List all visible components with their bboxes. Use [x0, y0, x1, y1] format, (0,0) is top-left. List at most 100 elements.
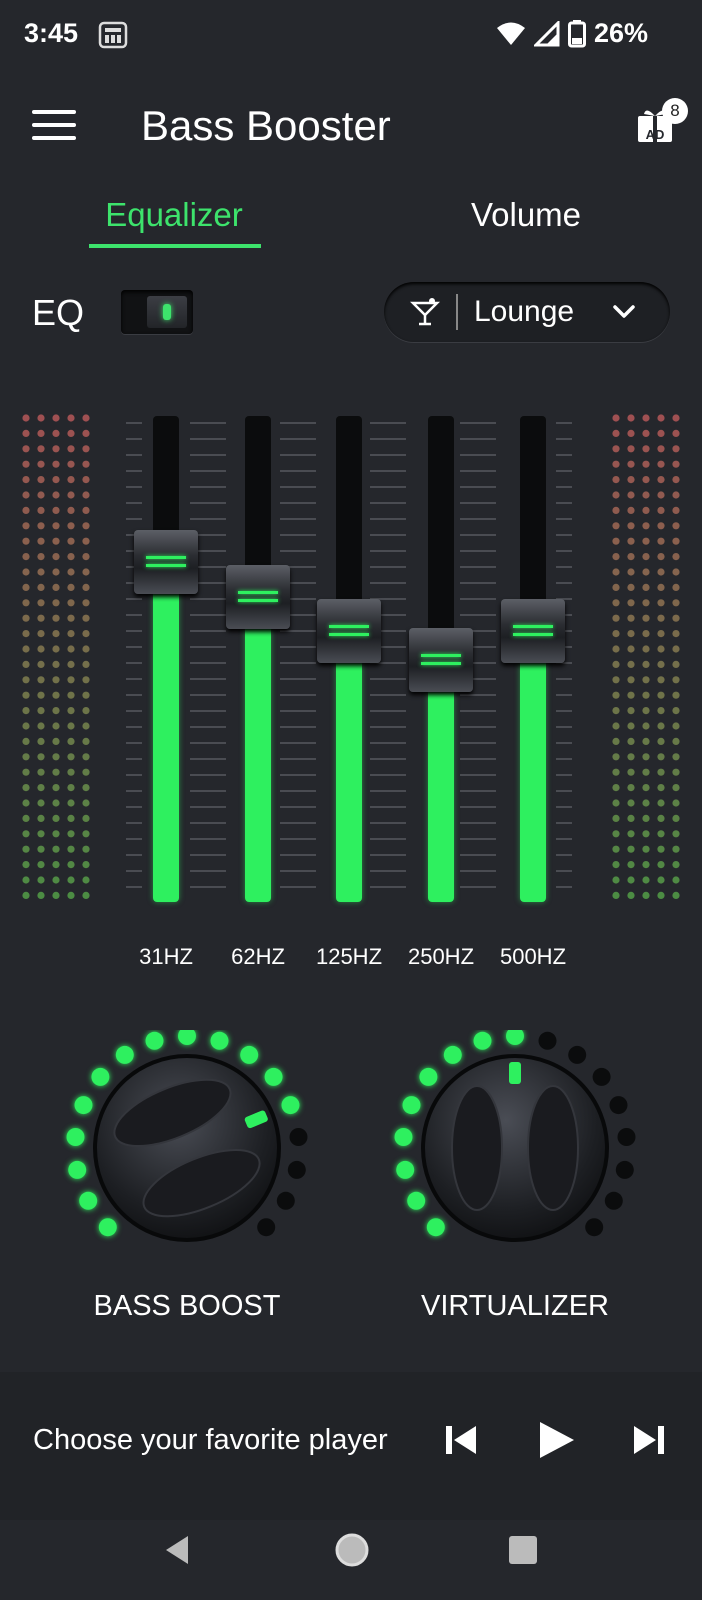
- menu-button[interactable]: [32, 110, 76, 140]
- meter-dot: [657, 707, 665, 715]
- knob-level-dot: [210, 1031, 229, 1050]
- meter-dot: [627, 691, 635, 699]
- meter-dot: [22, 876, 30, 884]
- band-label: 500HZ: [499, 944, 567, 969]
- meter-dot: [52, 876, 60, 884]
- slider-thumb[interactable]: [314, 599, 384, 663]
- meter-dot: [627, 568, 635, 576]
- meter-dot: [82, 476, 90, 484]
- meter-dot: [672, 707, 680, 715]
- ad-gift-button[interactable]: AD 8: [636, 98, 688, 144]
- meter-dot: [37, 876, 45, 884]
- band-slider-62hz[interactable]: [223, 412, 293, 902]
- meter-dot: [82, 614, 90, 622]
- meter-dot: [612, 799, 620, 807]
- tab-volume[interactable]: Volume: [440, 196, 612, 234]
- band-slider-250hz[interactable]: [406, 412, 476, 902]
- nav-recents-icon[interactable]: [503, 1530, 543, 1570]
- play-icon[interactable]: [536, 1420, 576, 1460]
- meter-dot: [82, 583, 90, 591]
- nav-back-icon[interactable]: [158, 1530, 198, 1570]
- meter-dot: [612, 753, 620, 761]
- virtualizer-knob[interactable]: [375, 1030, 655, 1260]
- meter-dot: [82, 553, 90, 561]
- meter-dot: [672, 814, 680, 822]
- meter-dot: [52, 861, 60, 869]
- band-slider-500hz[interactable]: [498, 412, 568, 902]
- menu-icon-line: [32, 110, 76, 114]
- meter-dot: [22, 553, 30, 561]
- meter-dot: [642, 830, 650, 838]
- knob-level-dot: [257, 1218, 276, 1237]
- meter-dot: [672, 784, 680, 792]
- meter-dot: [657, 676, 665, 684]
- choose-player-link[interactable]: Choose your favorite player: [33, 1424, 388, 1457]
- meter-dot: [82, 414, 90, 422]
- slider-thumb[interactable]: [131, 530, 201, 594]
- meter-dot: [22, 599, 30, 607]
- meter-dot: [67, 799, 75, 807]
- knob-level-dot: [68, 1160, 87, 1179]
- eq-toggle[interactable]: [121, 290, 193, 334]
- meter-dot: [67, 830, 75, 838]
- meter-dot: [612, 737, 620, 745]
- meter-dot: [627, 753, 635, 761]
- slider-thumb[interactable]: [223, 565, 293, 629]
- skip-next-icon[interactable]: [628, 1420, 668, 1460]
- meter-dot: [627, 876, 635, 884]
- band-slider-125hz[interactable]: [314, 412, 384, 902]
- meter-dot: [82, 460, 90, 468]
- meter-dot: [22, 753, 30, 761]
- nav-home-icon[interactable]: [332, 1530, 372, 1570]
- knob-level-dot: [178, 1030, 196, 1045]
- meter-dot: [672, 522, 680, 530]
- band-slider-31hz[interactable]: [131, 412, 201, 902]
- meter-dot: [37, 861, 45, 869]
- knob-level-dot: [289, 1128, 308, 1146]
- meter-dot: [67, 414, 75, 422]
- meter-dot: [82, 861, 90, 869]
- meter-dot: [22, 814, 30, 822]
- meter-dot: [22, 476, 30, 484]
- meter-dot: [642, 414, 650, 422]
- level-meter-right: [612, 414, 680, 899]
- meter-dot: [67, 599, 75, 607]
- meter-dot: [67, 522, 75, 530]
- slider-thumb[interactable]: [498, 599, 568, 663]
- meter-dot: [52, 599, 60, 607]
- meter-dot: [612, 707, 620, 715]
- knob-level-dot: [281, 1096, 300, 1115]
- knob-level-dot: [66, 1128, 85, 1146]
- meter-dot: [22, 737, 30, 745]
- meter-dot: [642, 522, 650, 530]
- meter-dot: [657, 722, 665, 730]
- bass-boost-knob[interactable]: [47, 1030, 327, 1260]
- knob-level-dot: [145, 1031, 164, 1050]
- meter-dot: [642, 753, 650, 761]
- meter-dot: [67, 876, 75, 884]
- meter-dot: [82, 645, 90, 653]
- meter-dot: [642, 707, 650, 715]
- tab-equalizer[interactable]: Equalizer: [88, 196, 260, 234]
- meter-dot: [37, 506, 45, 514]
- meter-dot: [612, 583, 620, 591]
- meter-dot: [52, 630, 60, 638]
- eq-label: EQ: [32, 292, 85, 333]
- meter-dot: [82, 568, 90, 576]
- preset-dropdown[interactable]: Lounge: [384, 282, 670, 342]
- meter-dot: [657, 414, 665, 422]
- meter-dot: [37, 537, 45, 545]
- meter-dot: [67, 722, 75, 730]
- meter-dot: [657, 876, 665, 884]
- knob-level-dot: [592, 1067, 611, 1086]
- meter-dot: [22, 491, 30, 499]
- slider-thumb[interactable]: [406, 628, 476, 692]
- knob-level-dot: [407, 1191, 426, 1210]
- meter-dot: [612, 414, 620, 422]
- meter-dot: [52, 506, 60, 514]
- status-indicators: 26%: [496, 18, 648, 49]
- meter-dot: [612, 491, 620, 499]
- knob-level-dot: [585, 1218, 604, 1237]
- skip-previous-icon[interactable]: [442, 1420, 482, 1460]
- meter-dot: [627, 614, 635, 622]
